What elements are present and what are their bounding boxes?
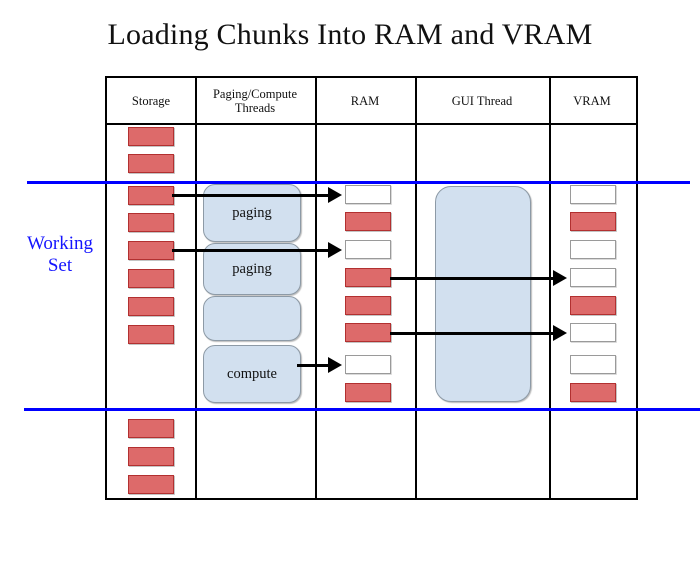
vram-chunk <box>570 240 616 259</box>
ram-chunk <box>345 296 391 315</box>
ram-chunk <box>345 323 391 342</box>
storage-chunk <box>128 213 174 232</box>
vram-chunk <box>570 296 616 315</box>
arrow-head-storage-to-ram-1 <box>328 187 342 203</box>
vram-chunk <box>570 355 616 374</box>
vram-chunk <box>570 185 616 204</box>
arrow-head-storage-to-ram-2 <box>328 242 342 258</box>
ram-chunk <box>345 268 391 287</box>
diagram-canvas: Loading Chunks Into RAM and VRAM Storage… <box>0 0 700 563</box>
arrow-head-ram-to-vram-2 <box>553 325 567 341</box>
column-header-storage: Storage <box>131 93 171 108</box>
column-divider-3 <box>415 78 417 498</box>
vram-chunk <box>570 212 616 231</box>
vram-chunk <box>570 268 616 287</box>
thread-box-compute[interactable]: compute <box>203 345 301 403</box>
working-set-label: Working Set <box>26 233 94 276</box>
column-header-ram: RAM <box>350 93 380 108</box>
thread-box-label: paging <box>232 204 272 221</box>
thread-box-idle[interactable] <box>203 296 301 341</box>
thread-box-label: compute <box>227 365 277 382</box>
storage-chunk <box>128 325 174 344</box>
storage-chunk <box>128 127 174 146</box>
arrow-storage-to-ram-1 <box>172 194 330 197</box>
process-table: Storage Paging/Compute Threads RAM GUI T… <box>105 76 638 500</box>
vram-chunk <box>570 323 616 342</box>
column-divider-4 <box>549 78 551 498</box>
arrow-ram-to-vram-2 <box>390 332 555 335</box>
header-divider <box>107 123 636 125</box>
column-divider-1 <box>195 78 197 498</box>
storage-chunk <box>128 447 174 466</box>
arrow-head-compute-to-ram <box>328 357 342 373</box>
arrow-head-ram-to-vram-1 <box>553 270 567 286</box>
ram-chunk <box>345 185 391 204</box>
storage-chunk <box>128 269 174 288</box>
column-divider-2 <box>315 78 317 498</box>
arrow-compute-to-ram <box>297 364 330 367</box>
vram-chunk <box>570 383 616 402</box>
thread-box-paging-1[interactable]: paging <box>203 184 301 242</box>
thread-box-label: paging <box>232 260 272 277</box>
gui-thread-box[interactable] <box>435 186 531 402</box>
working-set-top-line <box>27 181 690 184</box>
storage-chunk <box>128 241 174 260</box>
storage-chunk <box>128 154 174 173</box>
column-header-gui: GUI Thread <box>451 93 513 108</box>
storage-chunk <box>128 419 174 438</box>
storage-chunk <box>128 186 174 205</box>
column-header-threads: Paging/Compute Threads <box>212 86 298 115</box>
storage-chunk <box>128 475 174 494</box>
ram-chunk <box>345 212 391 231</box>
page-title: Loading Chunks Into RAM and VRAM <box>107 18 593 51</box>
ram-chunk <box>345 240 391 259</box>
column-header-vram: VRAM <box>573 93 611 108</box>
ram-chunk <box>345 383 391 402</box>
storage-chunk <box>128 297 174 316</box>
arrow-ram-to-vram-1 <box>390 277 555 280</box>
arrow-storage-to-ram-2 <box>172 249 330 252</box>
working-set-bottom-line <box>24 408 700 411</box>
ram-chunk <box>345 355 391 374</box>
